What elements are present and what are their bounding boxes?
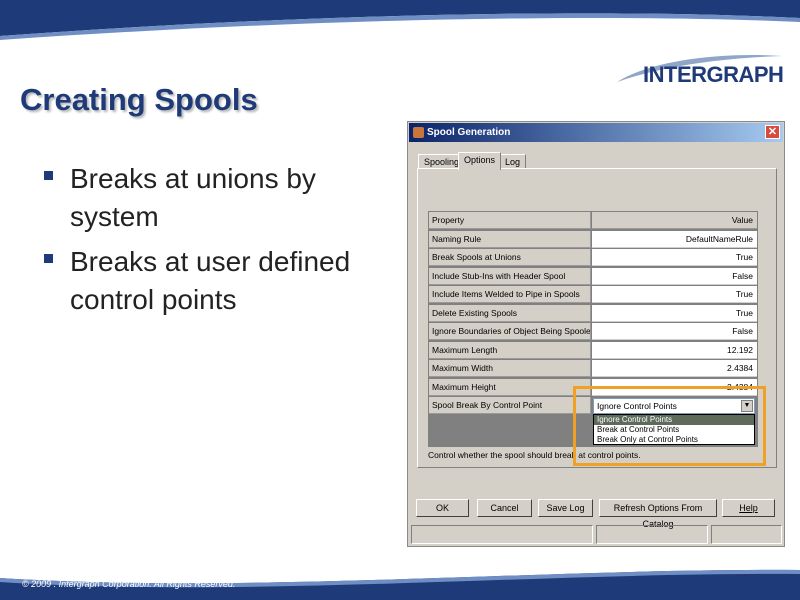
table-row[interactable]: Delete Existing Spools True	[429, 304, 757, 323]
property-value[interactable]: 12.192	[592, 341, 757, 359]
property-name: Maximum Length	[429, 341, 591, 359]
property-name: Ignore Boundaries of Object Being Spoole…	[429, 323, 591, 340]
ok-button[interactable]: OK	[416, 499, 469, 517]
close-icon[interactable]: ✕	[765, 125, 780, 139]
status-bar-pane	[711, 525, 782, 544]
table-row[interactable]: Include Stub-Ins with Header Spool False	[429, 267, 757, 286]
bullet-text: Breaks at unions by system	[70, 163, 316, 232]
property-name: Delete Existing Spools	[429, 304, 591, 322]
table-row[interactable]: Naming Rule DefaultNameRule	[429, 230, 757, 249]
property-value[interactable]: True	[592, 286, 757, 303]
status-bar-pane	[411, 525, 593, 544]
bullet-text: Breaks at user defined control points	[70, 246, 351, 315]
property-name: Maximum Width	[429, 360, 591, 377]
tab-log[interactable]: Log	[499, 154, 527, 169]
highlight-box	[573, 386, 766, 466]
bullet-marker	[44, 171, 53, 180]
grid-header-value: Value	[592, 212, 757, 229]
table-row[interactable]: Ignore Boundaries of Object Being Spoole…	[429, 323, 757, 341]
bullet-item: Breaks at unions by system	[44, 160, 394, 236]
property-value[interactable]: DefaultNameRule	[592, 230, 757, 248]
property-value[interactable]: 2.4384	[592, 360, 757, 377]
table-row[interactable]: Maximum Length 12.192	[429, 341, 757, 360]
grid-header-property: Property	[429, 212, 591, 229]
property-name: Include Stub-Ins with Header Spool	[429, 267, 591, 285]
tab-options[interactable]: Options	[458, 152, 502, 170]
table-row[interactable]: Maximum Width 2.4384	[429, 360, 757, 378]
property-value[interactable]: True	[592, 304, 757, 322]
bullet-item: Breaks at user defined control points	[44, 243, 394, 319]
property-name: Maximum Height	[429, 378, 591, 396]
slide-title: Creating Spools	[20, 82, 258, 117]
help-button[interactable]: Help	[722, 499, 775, 517]
refresh-options-button[interactable]: Refresh Options From Catalog	[599, 499, 717, 529]
status-bar-pane	[596, 525, 708, 544]
property-name: Include Items Welded to Pipe in Spools	[429, 286, 591, 303]
copyright-notice: © 2009 . Intergraph Corporation. All Rig…	[22, 579, 236, 589]
grid-header-row: Property Value	[429, 212, 757, 230]
property-value[interactable]: False	[592, 323, 757, 340]
bullet-marker	[44, 254, 53, 263]
app-icon	[413, 127, 424, 138]
dialog-title: Spool Generation	[427, 127, 511, 138]
dialog-titlebar[interactable]: Spool Generation ✕	[409, 123, 783, 142]
property-name: Break Spools at Unions	[429, 249, 591, 266]
property-name: Spool Break By Control Point	[429, 397, 591, 414]
property-value[interactable]: False	[592, 267, 757, 285]
cancel-button[interactable]: Cancel	[477, 499, 532, 517]
table-row[interactable]: Break Spools at Unions True	[429, 249, 757, 267]
save-log-button[interactable]: Save Log	[538, 499, 593, 517]
intergraph-logo: INTERGRAPH	[643, 62, 784, 87]
spool-generation-dialog: Spool Generation ✕ Spooling Options Log …	[407, 121, 785, 547]
table-row[interactable]: Include Items Welded to Pipe in Spools T…	[429, 286, 757, 304]
property-value[interactable]: True	[592, 249, 757, 266]
property-name: Naming Rule	[429, 230, 591, 248]
bullet-list: Breaks at unions by system Breaks at use…	[44, 160, 394, 326]
